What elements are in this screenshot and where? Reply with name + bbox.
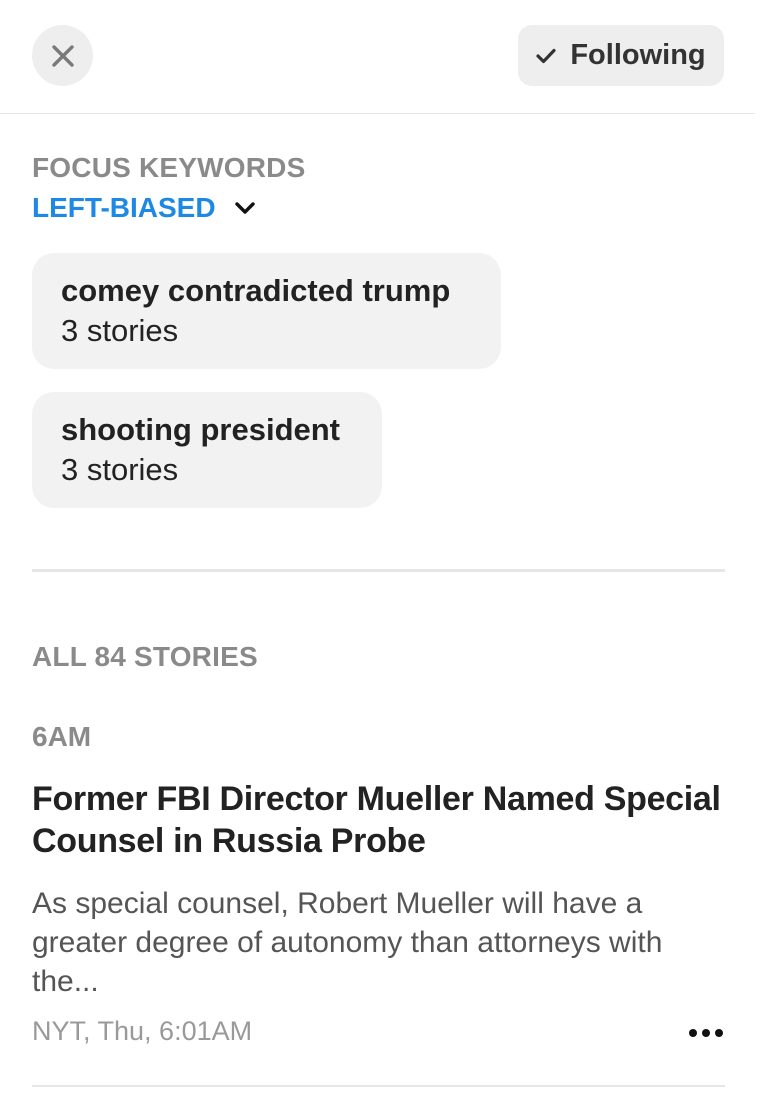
checkmark-icon bbox=[536, 48, 556, 64]
keyword-chip[interactable]: comey contradicted trump 3 stories bbox=[32, 253, 501, 369]
section-divider bbox=[32, 569, 725, 572]
story-source-time: NYT, Thu, 6:01AM bbox=[32, 1016, 253, 1046]
story-summary: As special counsel, Robert Mueller will … bbox=[32, 887, 663, 998]
story-time: 6AM bbox=[32, 721, 92, 752]
more-options-button[interactable] bbox=[684, 1018, 728, 1048]
story-topic-page: Following FOCUS KEYWORDS LEFT-BIASED com… bbox=[0, 0, 764, 1118]
keyword-story-count: 3 stories bbox=[61, 313, 179, 348]
keyword-chip[interactable]: shooting president 3 stories bbox=[32, 392, 382, 508]
keyword-title: comey contradicted trump bbox=[61, 273, 451, 308]
top-bar: Following bbox=[0, 0, 755, 114]
close-icon bbox=[51, 44, 74, 67]
bias-selector[interactable]: LEFT-BIASED bbox=[32, 188, 256, 228]
following-button[interactable]: Following bbox=[518, 25, 724, 86]
story-divider bbox=[32, 1085, 725, 1087]
all-stories-heading: ALL 84 STORIES bbox=[32, 641, 258, 672]
more-options-icon bbox=[689, 1029, 723, 1037]
focus-keywords-heading: FOCUS KEYWORDS bbox=[32, 152, 306, 183]
keyword-story-count: 3 stories bbox=[61, 452, 179, 487]
story-headline[interactable]: Former FBI Director Mueller Named Specia… bbox=[32, 778, 722, 862]
chevron-down-icon bbox=[234, 201, 256, 215]
bias-label: LEFT-BIASED bbox=[32, 192, 216, 223]
keyword-title: shooting president bbox=[61, 412, 340, 447]
close-button[interactable] bbox=[32, 25, 93, 86]
following-label: Following bbox=[570, 39, 706, 71]
